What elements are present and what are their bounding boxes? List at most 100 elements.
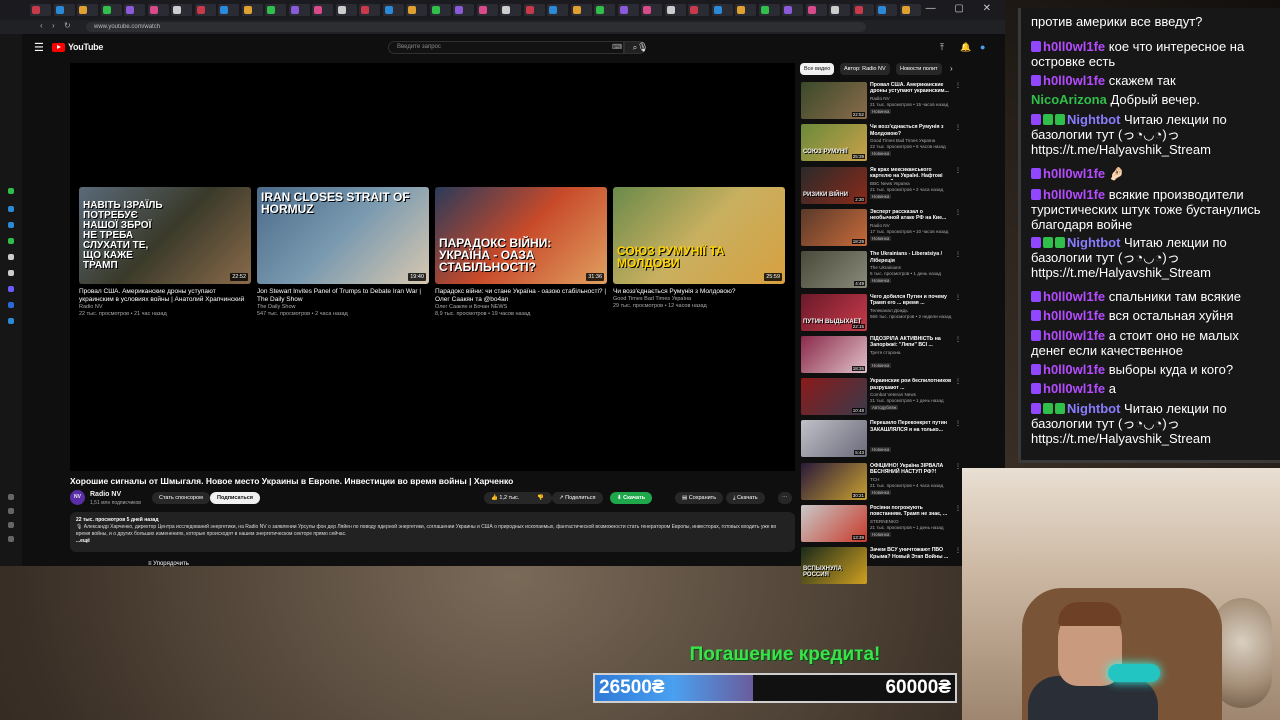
recommended-menu-icon[interactable]: ⋮ (955, 209, 961, 216)
recommended-title[interactable]: The Ukrainians - Liberatsiya / Лібереція (870, 251, 952, 264)
recommended-video[interactable]: 30:21 ОФІЦІЙНО! Україна ЗІРВАЛА ВЕСНЯНИЙ … (801, 462, 961, 503)
subscribe-button[interactable]: Подписаться (210, 492, 260, 504)
save-button[interactable]: ▤ Сохранить (675, 492, 724, 504)
endcard-title[interactable]: Чи возз'єднається Румунія з Молдовою? (613, 288, 785, 296)
recommended-menu-icon[interactable]: ⋮ (955, 505, 961, 512)
browser-tab[interactable] (570, 4, 592, 16)
recommended-title[interactable]: Провал США. Американские дроны уступают … (870, 82, 952, 95)
recommended-video[interactable]: 4:49 The Ukrainians - Liberatsiya / Лібер… (801, 251, 961, 291)
browser-tab[interactable] (218, 4, 239, 16)
recommended-menu-icon[interactable]: ⋮ (955, 378, 961, 385)
browser-tab[interactable] (829, 4, 850, 16)
browser-tab[interactable] (265, 4, 286, 16)
x-icon[interactable] (8, 254, 14, 260)
chat-username[interactable]: Nightbot (1067, 112, 1120, 127)
recommended-menu-icon[interactable]: ⋮ (955, 167, 961, 174)
recommended-title[interactable]: Перешило Переконкрет путин ЗАКАШЛЯЛСЯ я … (870, 420, 952, 433)
browser-tab[interactable] (359, 4, 380, 16)
discord-icon[interactable] (8, 286, 14, 292)
recommended-menu-icon[interactable]: ⋮ (955, 420, 961, 427)
channel-name[interactable]: Radio NV (90, 491, 121, 498)
dislike-button[interactable]: 👎 (532, 492, 552, 504)
mic-icon[interactable]: 🎙 (637, 42, 648, 53)
chat-username[interactable]: h0ll0wl1fe (1043, 289, 1105, 304)
video-player[interactable]: НАВІТЬ ІЗРАЇЛЬ ПОТРЕБУЄ НАШОЇ ЗБРОЇ НЕ Т… (70, 63, 795, 471)
chat-username[interactable]: h0ll0wl1fe (1043, 73, 1105, 88)
telegram-icon[interactable] (8, 206, 14, 212)
address-bar[interactable]: www.youtube.com/watch (86, 22, 866, 32)
browser-tab[interactable] (500, 4, 521, 16)
recommended-menu-icon[interactable]: ⋮ (955, 82, 961, 89)
recommended-title[interactable]: Эксперт рассказал о необычной атаке РФ н… (870, 209, 952, 222)
browser-tab[interactable] (312, 4, 333, 16)
chips-next-icon[interactable]: › (950, 64, 953, 73)
recommended-video[interactable]: 5:43 Перешило Переконкрет путин ЗАКАШЛЯЛС… (801, 420, 961, 460)
browser-tab[interactable] (876, 4, 897, 16)
download-video-button[interactable]: ⤓ Скачать (726, 492, 765, 504)
recommended-thumbnail[interactable]: 4:49 (801, 251, 867, 289)
browser-tab[interactable] (194, 4, 216, 16)
recommended-video[interactable]: РИЗИКИ ВІЙНИ 2:30 Як крах мексиканського к… (801, 166, 961, 207)
browser-tab[interactable] (523, 4, 545, 16)
vk-icon[interactable] (8, 302, 14, 308)
browser-tab[interactable] (77, 4, 98, 16)
browser-tab[interactable] (899, 4, 921, 16)
recommended-thumbnail[interactable]: 10:48 (801, 378, 867, 416)
recommended-title[interactable]: Росіяни погрожують повстанням. Трамп не … (870, 505, 952, 518)
recommended-title[interactable]: Зачем ВСУ уничтожают ПВО Крыма? Новый Эт… (870, 547, 952, 560)
notifications-icon[interactable]: 🔔 (960, 42, 971, 53)
video-description[interactable]: 22 тыс. просмотров 5 дней назад 🎙 Алекса… (70, 512, 795, 552)
recommended-thumbnail[interactable]: 18:29 (801, 208, 867, 246)
browser-tab[interactable] (641, 4, 662, 16)
browser-tab[interactable] (688, 4, 709, 16)
endcard-video[interactable]: СОЮЗ РУМУНІЇ ТА МОЛДОВИ 25:59 Чи возз'єдна… (613, 187, 785, 310)
chat-username[interactable]: h0ll0wl1fe (1043, 328, 1105, 343)
hamburger-menu-icon[interactable]: ☰ (34, 41, 44, 54)
chat-username[interactable]: Nightbot (1067, 401, 1120, 416)
recommended-thumbnail[interactable]: 13:39 (801, 505, 867, 542)
recommended-video[interactable]: 22:52 Провал США. Американские дроны усту… (801, 82, 961, 122)
browser-tab[interactable] (782, 4, 803, 16)
recommended-title[interactable]: ПІДОЗРІЛА АКТИВНІСТЬ на Запоріжжі: "Ляпи… (870, 336, 952, 349)
recommended-menu-icon[interactable]: ⋮ (955, 294, 961, 301)
chat-username[interactable]: h0ll0wl1fe (1043, 308, 1105, 323)
tiktok-icon[interactable] (8, 318, 14, 324)
recommended-thumbnail[interactable]: 22:52 (801, 82, 867, 119)
back-icon[interactable]: ‹ (40, 21, 43, 30)
recommended-menu-icon[interactable]: ⋮ (955, 547, 961, 554)
chat-username[interactable]: NicoArizona (1031, 92, 1107, 107)
recommended-thumbnail[interactable]: 5:43 (801, 420, 867, 458)
chip-news[interactable]: Новости полит (896, 63, 942, 75)
endcard-thumbnail[interactable]: ПАРАДОКС ВІЙНИ: УКРАЇНА - ОАЗА СТАБІЛЬНО… (435, 187, 607, 284)
recommended-menu-icon[interactable]: ⋮ (955, 336, 961, 343)
endcard-video[interactable]: ПАРАДОКС ВІЙНИ: УКРАЇНА - ОАЗА СТАБІЛЬНО… (435, 187, 607, 318)
endcard-video[interactable]: IRAN CLOSES STRAIT OF HORMUZ 19:40 Jon Ste… (257, 187, 429, 318)
reload-icon[interactable]: ↻ (64, 21, 71, 30)
keyboard-icon[interactable]: ⌨ (612, 43, 622, 51)
recommended-title[interactable]: Чего добился Путин и почему Трамп его ..… (870, 294, 952, 307)
recommended-menu-icon[interactable]: ⋮ (955, 251, 961, 258)
browser-tab[interactable] (406, 4, 427, 16)
recommended-thumbnail[interactable]: СОЮЗ РУМУНІЇ 25:39 (801, 124, 867, 162)
wallet-icon[interactable] (8, 522, 14, 528)
sponsor-button[interactable]: Стать спонсором (152, 492, 210, 504)
create-icon[interactable]: ⤒ (940, 42, 944, 53)
browser-tab[interactable] (382, 4, 404, 16)
recommended-video[interactable]: 10:48 Украинские рои беспилотников разруш… (801, 378, 961, 418)
chip-all-videos[interactable]: Все видео (800, 63, 835, 75)
recommended-menu-icon[interactable]: ⋮ (955, 124, 961, 131)
recommended-video[interactable]: 18:35 ПІДОЗРІЛА АКТИВНІСТЬ на Запоріжжі: … (801, 335, 961, 376)
browser-tab[interactable] (664, 4, 686, 16)
browser-tab[interactable] (805, 4, 827, 16)
browser-tab[interactable] (288, 4, 310, 16)
chat-username[interactable]: Nightbot (1067, 235, 1120, 250)
settings-icon[interactable] (8, 536, 14, 542)
avatar[interactable]: ● (980, 42, 985, 52)
browser-tab[interactable] (124, 4, 145, 16)
channel-avatar[interactable]: NV (70, 490, 85, 505)
chat-username[interactable]: h0ll0wl1fe (1043, 362, 1105, 377)
browser-tab[interactable] (852, 4, 874, 16)
browser-tab[interactable] (171, 4, 192, 16)
messenger-icon[interactable] (8, 222, 14, 228)
sort-comments-button[interactable]: ≡ Упорядочить (148, 561, 189, 567)
